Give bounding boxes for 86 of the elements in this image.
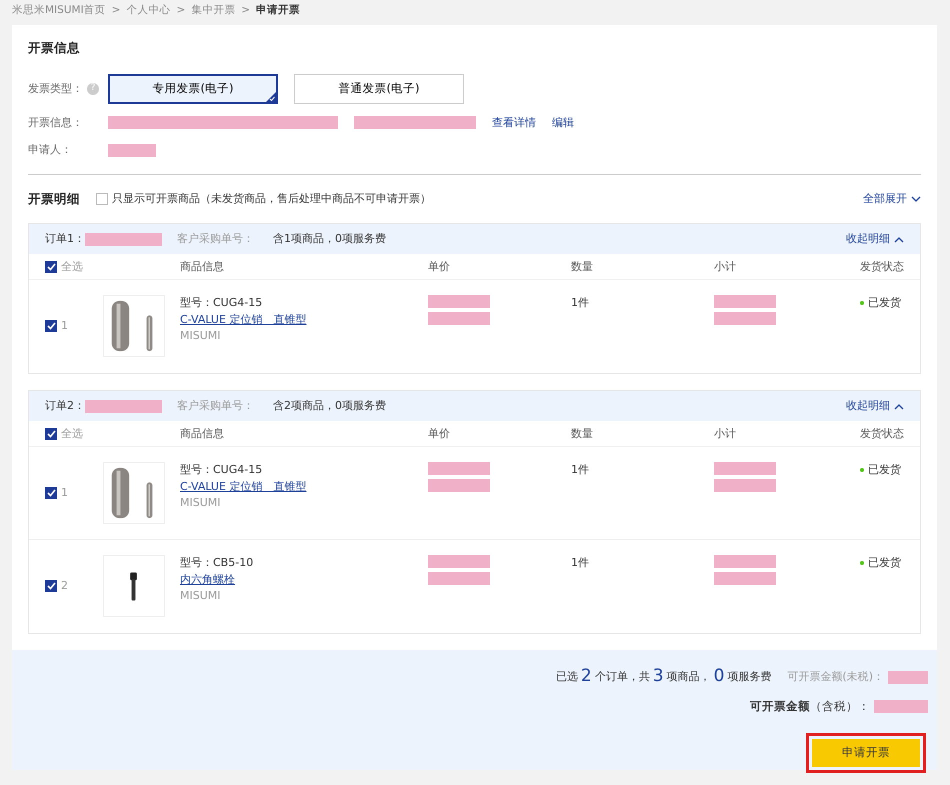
redaction-bar: [888, 670, 928, 684]
redaction-bar: [874, 700, 928, 713]
product-link[interactable]: C-VALUE 定位销 直锥型: [180, 478, 306, 496]
checkbox[interactable]: [96, 193, 108, 206]
product-model: 型号：CB5-10: [180, 555, 254, 572]
product-brand: MISUMI: [180, 328, 221, 344]
checkbox[interactable]: [45, 580, 57, 592]
order-summary: 含2项商品，0项服务费: [273, 398, 386, 414]
redaction-bar: [428, 572, 490, 586]
submit-button[interactable]: 申请开票: [812, 739, 920, 767]
column-header: 数量: [571, 426, 593, 440]
invoice-type-option[interactable]: 专用发票(电子): [108, 74, 278, 104]
summary-text: 项服务费: [727, 668, 772, 685]
redaction-bar: [428, 295, 490, 308]
field-label: 发票类型：: [28, 80, 83, 96]
quantity-text: 1件: [571, 555, 590, 572]
checkbox[interactable]: [45, 320, 57, 332]
row-number: 1: [61, 485, 68, 501]
redaction-bar: [428, 555, 490, 568]
row-number: 1: [61, 318, 68, 334]
product-brand: MISUMI: [180, 495, 221, 512]
redaction-bar: [714, 312, 776, 326]
product-link[interactable]: C-VALUE 定位销 直锥型: [180, 312, 306, 328]
summary-count: 0: [714, 665, 724, 688]
quantity-text: 1件: [571, 295, 590, 312]
field-label: 申请人：: [28, 142, 73, 158]
checkbox-label: 只显示可开票商品（未发货商品，售后处理中商品不可申请开票）: [112, 191, 431, 207]
product-model: 型号：CUG4-15: [180, 295, 262, 312]
column-header: 商品信息: [180, 260, 224, 272]
column-header: 发货状态: [860, 426, 904, 440]
redaction-bar: [428, 312, 490, 326]
column-header: 单价: [428, 426, 450, 440]
check-icon: [266, 92, 276, 102]
redaction-bar: [108, 144, 156, 156]
column-header: 单价: [428, 260, 450, 272]
redaction-bar: [714, 462, 776, 476]
quantity-text: 1件: [571, 462, 590, 478]
breadcrumb-separator: >: [112, 3, 120, 18]
breadcrumb-current: 申请开票: [256, 3, 300, 18]
expand-all-link[interactable]: 全部展开: [863, 191, 907, 208]
breadcrumb-separator: >: [176, 3, 186, 18]
summary-count: 2: [580, 665, 592, 688]
product-model: 型号：CUG4-15: [180, 462, 262, 478]
status-text: 已发货: [868, 555, 901, 572]
po-number-label: 客户采购单号：: [177, 398, 255, 414]
checkbox[interactable]: [45, 428, 57, 440]
redaction-bar: [714, 555, 776, 568]
pretax-amount-label: 可开票金额(未税)：: [787, 668, 884, 685]
column-header: 发货状态: [860, 260, 904, 272]
column-header: 数量: [571, 260, 593, 272]
redaction-bar: [714, 295, 776, 308]
checkbox-label: 全选: [61, 426, 83, 442]
product-brand: MISUMI: [180, 588, 221, 604]
product-link[interactable]: 内六角螺栓: [180, 572, 235, 588]
link[interactable]: 编辑: [552, 114, 574, 131]
column-header: 小计: [714, 260, 736, 272]
summary-text: 已选: [556, 668, 578, 685]
column-header: 商品信息: [180, 426, 224, 440]
collapse-link[interactable]: 收起明细: [846, 398, 890, 414]
total-amount-label: 可开票金额（含税）：: [750, 698, 870, 715]
section-title: 开票明细: [28, 190, 80, 208]
checkbox[interactable]: [45, 260, 57, 273]
column-header: 小计: [714, 426, 736, 440]
order-label: 订单2：: [45, 398, 85, 414]
breadcrumb-separator: >: [241, 3, 250, 18]
summary-text: 个订单，共: [594, 668, 650, 685]
order-label: 订单1：: [45, 231, 85, 247]
section-title: 开票信息: [28, 39, 81, 57]
redaction-bar: [428, 462, 490, 476]
redaction-bar: [714, 479, 776, 492]
checkbox-label: 全选: [61, 258, 83, 274]
invoice-type-option[interactable]: 普通发票(电子): [294, 74, 464, 104]
row-number: 2: [61, 578, 68, 594]
po-number-label: 客户采购单号：: [177, 231, 255, 247]
help-icon: ?: [87, 82, 99, 95]
field-label: 开票信息：: [28, 114, 84, 130]
collapse-link[interactable]: 收起明细: [846, 231, 890, 248]
redaction-bar: [428, 479, 490, 492]
order-summary: 含1项商品，0项服务费: [273, 231, 386, 247]
link[interactable]: 查看详情: [492, 114, 536, 131]
summary-text: 项商品，: [666, 668, 711, 685]
status-text: 已发货: [868, 295, 901, 312]
checkbox[interactable]: [45, 487, 57, 500]
status-text: 已发货: [868, 462, 901, 478]
summary-count: 3: [652, 665, 664, 688]
redaction-bar: [714, 572, 776, 586]
